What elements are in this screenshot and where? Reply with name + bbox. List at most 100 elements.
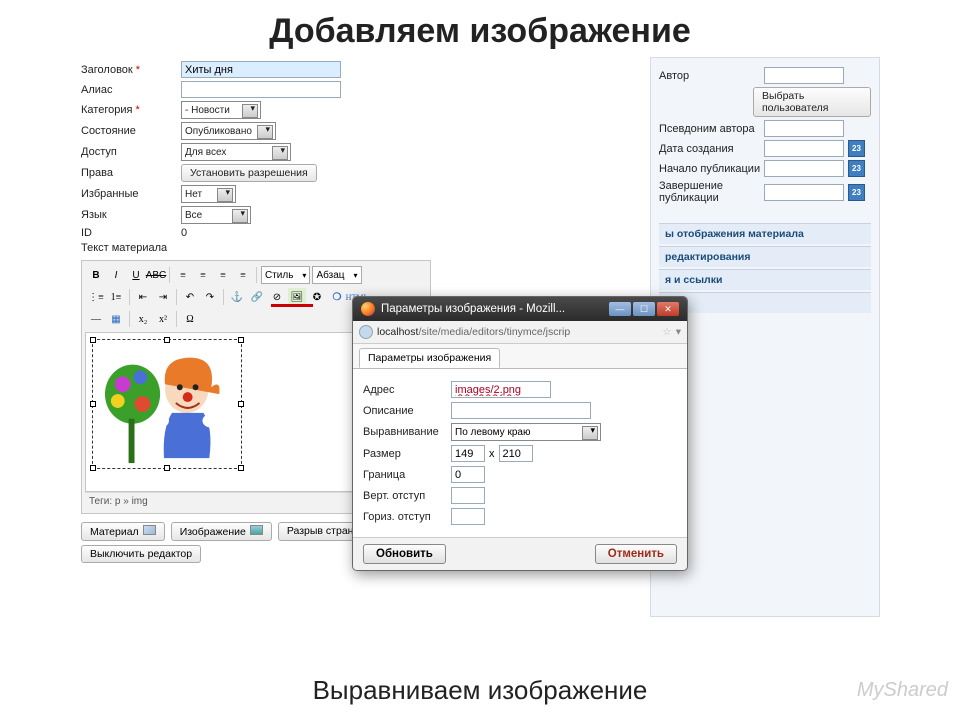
input-nachalo[interactable] (764, 160, 844, 177)
value-id: 0 (181, 227, 187, 239)
select-sostoyanie[interactable]: Опубликовано (181, 122, 276, 140)
slide-caption: Выравниваем изображение (0, 667, 960, 714)
label-yazyk: Язык (81, 209, 181, 221)
align-right-icon[interactable]: ≡ (214, 266, 232, 284)
accordion-edit[interactable]: редактирования (659, 246, 871, 267)
align-left-icon[interactable]: ≡ (174, 266, 192, 284)
btn-set-perms[interactable]: Установить разрешения (181, 164, 317, 182)
dialog-title-text: Параметры изображения - Mozill... (381, 303, 565, 315)
label-vspace: Верт. отступ (363, 490, 451, 502)
table-icon[interactable]: ▦ (107, 310, 125, 328)
align-center-icon[interactable]: ≡ (194, 266, 212, 284)
address-bar: localhost/site/media/editors/tinymce/jsc… (353, 321, 687, 344)
link-icon[interactable]: 🔗 (248, 288, 266, 306)
label-tekst: Текст материала (81, 242, 167, 254)
input-height[interactable] (499, 445, 533, 462)
anchor-icon[interactable]: ⚓ (228, 288, 246, 306)
slide-title: Добавляем изображение (0, 0, 960, 57)
input-alias[interactable] (181, 81, 341, 98)
input-zaversh[interactable] (764, 184, 844, 201)
minimize-button[interactable]: — (609, 302, 631, 316)
bullet-list-icon[interactable]: ⋮≡ (87, 288, 105, 306)
undo-icon[interactable]: ↶ (181, 288, 199, 306)
label-adres: Адрес (363, 384, 451, 396)
label-izbrannye: Избранные (81, 188, 181, 200)
select-vyrav[interactable]: По левому краю (451, 423, 601, 441)
btn-insert-image[interactable]: Изображение (171, 522, 272, 541)
select-izbrannye[interactable]: Нет (181, 185, 236, 203)
accordion-links[interactable]: я и ссылки (659, 269, 871, 290)
select-kategoria[interactable]: - Новости (181, 101, 261, 119)
label-psevdonim: Псевдоним автора (659, 123, 764, 135)
select-paragraph[interactable]: Абзац (312, 266, 361, 284)
calendar-icon[interactable]: 23 (848, 140, 865, 157)
italic-icon[interactable]: I (107, 266, 125, 284)
input-zagolovok[interactable] (181, 61, 341, 78)
watermark: MyShared (857, 679, 948, 702)
x-separator: x (485, 448, 499, 460)
btn-cancel[interactable]: Отменить (595, 544, 677, 564)
subscript-icon[interactable]: x₂ (134, 310, 152, 328)
label-alias: Алиас (81, 84, 181, 96)
superscript-icon[interactable]: x² (154, 310, 172, 328)
input-vspace[interactable] (451, 487, 485, 504)
number-list-icon[interactable]: 1≡ (107, 288, 125, 306)
dialog-body: Адрес Описание ВыравниваниеПо левому кра… (353, 369, 687, 537)
editor-toolbar-1: B I U ABC ≡ ≡ ≡ ≡ Стиль Абзац (85, 264, 427, 286)
btn-material[interactable]: Материал (81, 522, 165, 541)
label-kategoria: Категория * (81, 104, 181, 116)
dialog-titlebar[interactable]: Параметры изображения - Mozill... — ☐ ✕ (353, 297, 687, 321)
select-yazyk[interactable]: Все (181, 206, 251, 224)
input-adres[interactable] (451, 381, 551, 398)
redo-icon[interactable]: ↷ (201, 288, 219, 306)
bold-icon[interactable]: B (87, 266, 105, 284)
label-data-sozd: Дата создания (659, 143, 764, 155)
btn-update[interactable]: Обновить (363, 544, 446, 564)
clown-image (93, 340, 241, 468)
firefox-icon (361, 302, 375, 316)
input-psevdonim[interactable] (764, 120, 844, 137)
accordion-display[interactable]: ы отображения материала (659, 223, 871, 244)
label-zaversh: Завершение публикации (659, 180, 764, 204)
outdent-icon[interactable]: ⇤ (134, 288, 152, 306)
indent-icon[interactable]: ⇥ (154, 288, 172, 306)
tab-image-params[interactable]: Параметры изображения (359, 348, 500, 368)
label-sostoyanie: Состояние (81, 125, 181, 137)
align-justify-icon[interactable]: ≡ (234, 266, 252, 284)
red-underline-marker (271, 304, 313, 307)
label-avtor: Автор (659, 70, 764, 82)
btn-pick-user[interactable]: Выбрать пользователя (753, 87, 871, 117)
close-button[interactable]: ✕ (657, 302, 679, 316)
label-razmer: Размер (363, 448, 451, 460)
input-data-sozd[interactable] (764, 140, 844, 157)
chevron-down-icon[interactable]: ▾ (676, 326, 681, 338)
accordion-other[interactable]: е (659, 292, 871, 313)
input-hspace[interactable] (451, 508, 485, 525)
btn-toggle-editor[interactable]: Выключить редактор (81, 545, 201, 563)
strike-icon[interactable]: ABC (147, 266, 165, 284)
image-icon (250, 525, 263, 535)
label-dostup: Доступ (81, 146, 181, 158)
underline-icon[interactable]: U (127, 266, 145, 284)
select-style[interactable]: Стиль (261, 266, 310, 284)
globe-icon (359, 325, 373, 339)
input-border[interactable] (451, 466, 485, 483)
label-prava: Права (81, 167, 181, 179)
label-vyrav: Выравнивание (363, 426, 451, 438)
url-text[interactable]: localhost/site/media/editors/tinymce/jsc… (377, 326, 658, 338)
label-nachalo: Начало публикации (659, 163, 764, 175)
maximize-button[interactable]: ☐ (633, 302, 655, 316)
calendar-icon[interactable]: 23 (848, 184, 865, 201)
input-avtor[interactable] (764, 67, 844, 84)
input-width[interactable] (451, 445, 485, 462)
input-opis[interactable] (451, 402, 591, 419)
label-granica: Граница (363, 469, 451, 481)
select-dostup[interactable]: Для всех (181, 143, 291, 161)
charmap-icon[interactable]: Ω (181, 310, 199, 328)
help-icon[interactable]: ❍ (328, 288, 346, 306)
hr-icon[interactable]: — (87, 310, 105, 328)
calendar-icon[interactable]: 23 (848, 160, 865, 177)
dialog-tabs: Параметры изображения (353, 344, 687, 369)
star-icon[interactable]: ☆ (662, 326, 671, 338)
selected-image[interactable] (92, 339, 242, 469)
